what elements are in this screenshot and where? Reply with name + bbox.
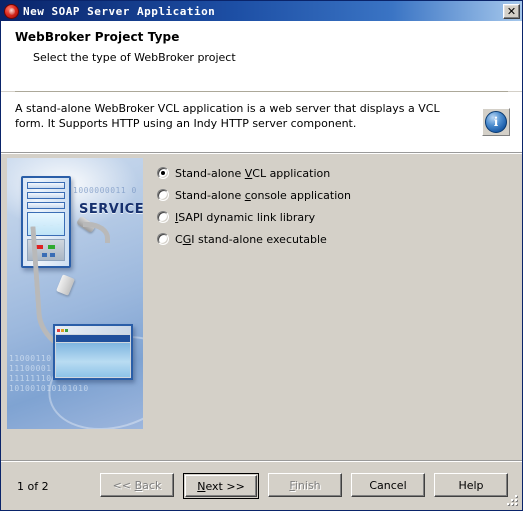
finish-button-label: Finish <box>289 478 321 492</box>
radio-button[interactable] <box>157 189 169 201</box>
wizard-illustration: 1000000011 0 11000110 11100001 11111110 … <box>7 158 143 429</box>
radio-button[interactable] <box>157 167 169 179</box>
help-button[interactable]: Help <box>434 473 508 497</box>
description-text: A stand-alone WebBroker VCL application … <box>15 102 440 130</box>
server-bay <box>27 202 65 209</box>
illustration-binary-top: 1000000011 0 <box>73 186 137 195</box>
window-title: New SOAP Server Application <box>23 4 216 18</box>
browser-dot <box>57 328 60 332</box>
info-icon[interactable]: i <box>482 108 510 136</box>
close-icon[interactable]: ✕ <box>503 3 520 19</box>
wizard-footer: 1 of 2 << Back Next >> Finish Cancel Hel… <box>1 462 522 510</box>
wizard-window: New SOAP Server Application ✕ WebBroker … <box>0 0 523 511</box>
radio-option-cgi-executable[interactable]: CGI stand-alone executable <box>157 232 522 246</box>
cancel-button-label: Cancel <box>369 478 407 492</box>
next-button[interactable]: Next >> <box>183 473 259 499</box>
title-bar: New SOAP Server Application ✕ <box>1 1 522 21</box>
browser-window-icon <box>53 324 133 380</box>
page-indicator: 1 of 2 <box>17 479 49 493</box>
wizard-body: 1000000011 0 11000110 11100001 11111110 … <box>1 154 522 460</box>
browser-dot <box>61 328 64 332</box>
radio-label: Stand-alone console application <box>175 188 351 202</box>
finish-button[interactable]: Finish <box>268 473 342 497</box>
next-button-label: Next >> <box>185 475 257 497</box>
server-bay <box>27 192 65 199</box>
page-subtitle: Select the type of WebBroker project <box>33 51 236 64</box>
back-button[interactable]: << Back <box>100 473 174 497</box>
radio-label: ISAPI dynamic link library <box>175 210 316 224</box>
service-label: SERVICE <box>79 202 143 217</box>
radio-label: Stand-alone VCL application <box>175 166 331 180</box>
radio-button[interactable] <box>157 233 169 245</box>
page-title: WebBroker Project Type <box>15 30 180 44</box>
info-icon-glyph: i <box>485 111 507 133</box>
wizard-header: WebBroker Project Type Select the type o… <box>1 21 522 91</box>
project-type-radio-group: Stand-alone VCL application Stand-alone … <box>143 154 522 460</box>
server-bay <box>27 182 65 189</box>
radio-button[interactable] <box>157 211 169 223</box>
radio-option-isapi-dll[interactable]: ISAPI dynamic link library <box>157 210 522 224</box>
cancel-button[interactable]: Cancel <box>351 473 425 497</box>
app-logo-icon <box>4 3 19 19</box>
back-button-label: << Back <box>112 478 162 492</box>
browser-titlebar <box>55 326 131 334</box>
radio-option-vcl-application[interactable]: Stand-alone VCL application <box>157 166 522 180</box>
help-button-label: Help <box>458 478 484 492</box>
browser-content <box>56 343 130 377</box>
browser-toolbar <box>56 335 130 342</box>
footer-button-row: << Back Next >> Finish Cancel Help <box>93 473 512 499</box>
description-area: A stand-alone WebBroker VCL application … <box>1 92 522 152</box>
radio-label: CGI stand-alone executable <box>175 232 327 246</box>
resize-grip[interactable] <box>507 495 519 507</box>
radio-option-console-application[interactable]: Stand-alone console application <box>157 188 522 202</box>
browser-dot <box>65 328 68 332</box>
